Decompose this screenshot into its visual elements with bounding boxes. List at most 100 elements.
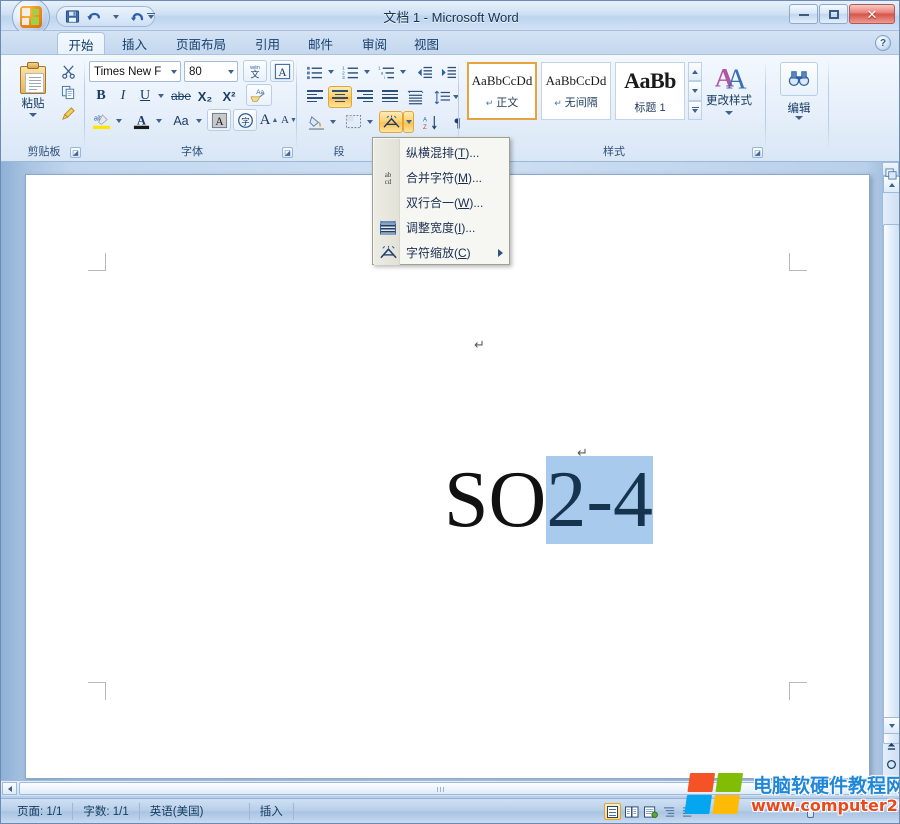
tab-references[interactable]: 引用 — [246, 32, 289, 55]
vertical-scroll-thumb[interactable] — [883, 224, 900, 744]
increase-indent-button[interactable] — [437, 61, 459, 83]
find-button[interactable] — [780, 62, 818, 96]
change-case-dropdown[interactable] — [193, 110, 204, 132]
menu-item-adjust-width[interactable]: 调整宽度(I)... — [374, 215, 510, 240]
bullets-button[interactable] — [303, 61, 325, 83]
scroll-down-button[interactable] — [883, 717, 900, 734]
document-text[interactable]: SO2-4 — [26, 380, 871, 620]
style-normal[interactable]: AaBbCcDd ↵ 正文 — [467, 62, 537, 120]
vertical-scrollbar[interactable] — [882, 176, 899, 796]
tab-page-layout[interactable]: 页面布局 — [167, 32, 235, 55]
chevron-down-icon — [116, 119, 122, 123]
minimize-button[interactable] — [789, 4, 818, 24]
change-case-button[interactable]: Aa — [168, 110, 194, 132]
customize-qat-button[interactable] — [143, 7, 159, 25]
style-no-spacing[interactable]: AaBbCcDd ↵ 无间隔 — [541, 62, 611, 120]
svg-text:文: 文 — [250, 68, 259, 80]
view-full-screen-reading-button[interactable] — [623, 803, 640, 820]
close-button[interactable]: ✕ — [849, 4, 895, 24]
strikethrough-label: abe — [171, 89, 191, 103]
font-color-dropdown[interactable] — [153, 110, 164, 132]
strikethrough-button[interactable]: abe — [170, 85, 192, 107]
multilevel-list-button[interactable]: 1 a i — [375, 61, 397, 83]
menu-item-horizontal-in-vertical[interactable]: 纵横混排(T)... — [374, 140, 510, 165]
sort-button[interactable]: A Z — [419, 111, 443, 133]
up-arrow-icon: ▲ — [271, 117, 278, 124]
scroll-left-button[interactable] — [2, 782, 17, 795]
tab-mailings[interactable]: 邮件 — [299, 32, 342, 55]
tab-view[interactable]: 视图 — [405, 32, 448, 55]
office-button[interactable] — [9, 2, 53, 32]
align-left-button[interactable] — [303, 86, 327, 108]
status-insert-mode[interactable]: 插入 — [250, 803, 294, 820]
align-center-button[interactable] — [328, 86, 352, 108]
bullets-dropdown[interactable] — [325, 61, 336, 83]
styles-dialog-launcher[interactable]: ◪ — [752, 147, 763, 158]
distribute-button[interactable] — [403, 86, 427, 108]
view-web-layout-button[interactable] — [642, 803, 659, 820]
enclose-characters-button[interactable]: 字 — [233, 109, 257, 131]
borders-button[interactable] — [342, 111, 364, 133]
subscript-button[interactable]: X₂ — [194, 85, 216, 107]
paragraph-shading-button[interactable] — [305, 111, 327, 133]
grow-font-button[interactable]: A ▲ — [259, 109, 279, 131]
bold-button[interactable]: B — [91, 85, 111, 107]
menu-item-character-scaling[interactable]: 字符缩放(C) — [374, 240, 510, 265]
line-spacing-button[interactable] — [431, 86, 453, 108]
maximize-button[interactable] — [819, 4, 848, 24]
tab-home[interactable]: 开始 — [57, 32, 105, 55]
italic-button[interactable]: I — [113, 85, 133, 107]
character-shading-button[interactable]: A — [207, 109, 231, 131]
clipboard-dialog-launcher[interactable]: ◪ — [70, 147, 81, 158]
shading-dropdown[interactable] — [327, 111, 338, 133]
svg-text:A: A — [278, 66, 287, 78]
highlight-button[interactable]: ab — [89, 110, 113, 132]
asian-layout-dropdown[interactable] — [403, 111, 414, 133]
tab-review[interactable]: 审阅 — [353, 32, 396, 55]
character-border-button[interactable]: A — [270, 60, 294, 82]
undo-button[interactable] — [84, 8, 104, 25]
font-color-button[interactable]: A — [129, 110, 153, 132]
svg-text:A: A — [215, 115, 224, 127]
undo-dropdown[interactable] — [106, 8, 126, 25]
status-language[interactable]: 英语(美国) — [140, 803, 250, 820]
borders-dropdown[interactable] — [364, 111, 375, 133]
editing-dropdown-arrow[interactable] — [795, 116, 803, 120]
superscript-button[interactable]: X² — [218, 85, 240, 107]
close-icon: ✕ — [867, 8, 878, 21]
style-heading-1[interactable]: AaBb 标题 1 — [615, 62, 685, 120]
copy-button[interactable] — [57, 82, 79, 102]
numbering-button[interactable]: 1 2 3 — [339, 61, 361, 83]
justify-button[interactable] — [378, 86, 402, 108]
phonetic-guide-button[interactable]: wén 文 — [243, 60, 267, 82]
clear-formatting-button[interactable]: Aa — [246, 84, 272, 106]
tab-insert[interactable]: 插入 — [113, 32, 156, 55]
save-button[interactable] — [62, 8, 82, 25]
menu-item-two-lines-in-one[interactable]: 双行合一(W)... — [374, 190, 510, 215]
font-name-input[interactable]: Times New F — [89, 61, 181, 82]
cut-button[interactable] — [57, 61, 79, 81]
scroll-grip-icon — [437, 787, 447, 792]
bullet-list-icon — [306, 65, 323, 80]
document-text-line[interactable]: SO2-4 — [26, 380, 871, 480]
help-button[interactable]: ? — [875, 35, 891, 51]
underline-button[interactable]: U — [135, 85, 155, 107]
view-ruler-button[interactable] — [883, 167, 898, 180]
view-print-layout-button[interactable] — [604, 803, 621, 820]
status-word-count[interactable]: 字数: 1/1 — [73, 803, 139, 820]
previous-page-button[interactable] — [883, 738, 900, 755]
status-page-count[interactable]: 页面: 1/1 — [7, 803, 73, 820]
underline-dropdown[interactable] — [155, 85, 167, 107]
numbering-dropdown[interactable] — [361, 61, 372, 83]
change-styles-button[interactable]: A A 更改样式 — [699, 60, 759, 126]
font-size-input[interactable]: 80 — [184, 61, 238, 82]
menu-item-combine-characters[interactable]: ab cd 合并字符(M)... — [374, 165, 510, 190]
asian-layout-button[interactable] — [379, 111, 403, 133]
align-right-button[interactable] — [353, 86, 377, 108]
paste-button[interactable]: 粘贴 — [11, 60, 55, 122]
decrease-indent-button[interactable] — [413, 61, 435, 83]
multilevel-dropdown[interactable] — [397, 61, 408, 83]
format-painter-button[interactable] — [57, 103, 79, 123]
highlight-dropdown[interactable] — [113, 110, 124, 132]
paste-dropdown-arrow[interactable] — [29, 113, 37, 117]
